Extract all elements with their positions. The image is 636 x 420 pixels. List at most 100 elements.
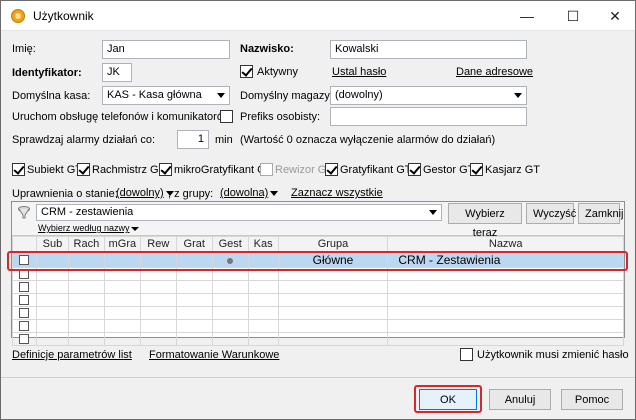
grid-cell (247, 280, 279, 294)
grid-cell (277, 332, 389, 346)
selected-row-highlight (7, 251, 628, 271)
zaznacz-wszystkie-link[interactable]: Zaznacz wszystkie (291, 187, 383, 199)
column-header[interactable] (12, 236, 37, 252)
magazyn-select[interactable]: (dowolny) (330, 86, 527, 105)
module-label: Rachmistrz GT (92, 164, 166, 176)
grid-cell (139, 332, 177, 346)
row-checkbox[interactable] (19, 282, 30, 293)
column-header[interactable]: Nazwa (387, 236, 624, 252)
module-checkbox-6[interactable] (470, 163, 483, 176)
grid-cell (277, 293, 389, 307)
empty-row (12, 332, 624, 346)
imie-input[interactable]: Jan (102, 40, 230, 59)
app-icon (11, 9, 25, 23)
row-checkbox[interactable] (19, 334, 30, 345)
zamknij-button[interactable]: Zamknij (578, 203, 624, 224)
telefony-label: Uruchom obsługę telefonów i komunikatoró… (12, 111, 231, 123)
grid-cell (103, 280, 141, 294)
chevron-down-icon (429, 210, 437, 215)
grid-cell (277, 280, 389, 294)
maximize-button[interactable]: ☐ (553, 5, 593, 27)
search-combo[interactable]: CRM - zestawienia (36, 204, 442, 221)
grid-cell (12, 332, 37, 346)
filter-bar: CRM - zestawienia Wybierz według nazwy W… (12, 202, 624, 239)
grid-cell (211, 280, 249, 294)
aktywny-label: Aktywny (257, 66, 298, 78)
row-checkbox[interactable] (19, 308, 30, 319)
module-label: Kasjarz GT (485, 164, 541, 176)
sort-dropdown[interactable]: Wybierz według nazwy (38, 223, 140, 233)
grid-cell (139, 319, 177, 333)
grid-cell (35, 306, 69, 320)
prefiks-input[interactable] (330, 107, 527, 126)
grid-cell (277, 319, 389, 333)
nazwisko-label: Nazwisko: (240, 43, 294, 55)
grid-cell (67, 332, 105, 346)
formatowanie-link[interactable]: Formatowanie Warunkowe (149, 349, 279, 361)
alarmy-input[interactable]: 1 (177, 130, 209, 149)
wybierz-teraz-button[interactable]: Wybierz teraz (448, 203, 522, 239)
module-checkbox-1[interactable] (77, 163, 90, 176)
definicje-link[interactable]: Definicje parametrów list (12, 349, 132, 361)
kasa-select[interactable]: KAS - Kasa główna (102, 86, 230, 105)
module-checkbox-4[interactable] (325, 163, 338, 176)
alarmy-label: Sprawdzaj alarmy działań co: (12, 134, 156, 146)
module-checkbox-5[interactable] (408, 163, 421, 176)
column-header[interactable]: mGra (103, 236, 141, 252)
footer-divider (1, 377, 635, 378)
sort-label: Wybierz według nazwy (38, 223, 130, 233)
identyfikator-input[interactable]: JK (102, 63, 132, 82)
grid-cell (12, 293, 37, 307)
grid-cell (12, 280, 37, 294)
anuluj-button[interactable]: Anuluj (489, 389, 551, 410)
grid-cell (67, 306, 105, 320)
grid-cell (247, 332, 279, 346)
row-checkbox[interactable] (19, 295, 30, 306)
column-header[interactable]: Grat (175, 236, 213, 252)
grid-cell (247, 293, 279, 307)
kasa-value: KAS - Kasa główna (107, 89, 202, 101)
grid-cell (247, 319, 279, 333)
dane-adresowe-link[interactable]: Dane adresowe (456, 66, 533, 78)
filter-icon[interactable] (17, 205, 31, 219)
title-bar: Użytkownik — ☐ ✕ (1, 1, 635, 31)
close-button[interactable]: ✕ (595, 5, 635, 27)
column-header[interactable]: Rach (67, 236, 105, 252)
column-header[interactable]: Grupa (277, 236, 389, 252)
window-title: Użytkownik (33, 9, 94, 23)
column-header[interactable]: Kas (247, 236, 279, 252)
aktywny-checkbox[interactable] (240, 65, 253, 78)
grid-cell (67, 319, 105, 333)
grid-cell (35, 280, 69, 294)
stan-label: Uprawnienia o stanie: (12, 188, 118, 200)
musi-zmienic-checkbox[interactable] (460, 348, 473, 361)
prefiks-label: Prefiks osobisty: (240, 111, 321, 123)
grid-cell (67, 293, 105, 307)
grid-cell (175, 332, 213, 346)
grid-cell (175, 319, 213, 333)
telefony-checkbox[interactable] (220, 110, 233, 123)
row-checkbox[interactable] (19, 321, 30, 332)
magazyn-value: (dowolny) (335, 89, 383, 101)
grid-header: Sub Rach mGra Rew Grat Gest Kas Grupa Nazwa (12, 236, 624, 252)
minimize-button[interactable]: — (507, 5, 547, 27)
column-header[interactable]: Rew (139, 236, 177, 252)
ustal-haslo-link[interactable]: Ustal hasło (332, 66, 386, 78)
module-checkbox-0[interactable] (12, 163, 25, 176)
grupa-dropdown[interactable]: (dowolna) (220, 187, 279, 199)
alarmy-note: (Wartość 0 oznacza wyłączenie alarmów do… (240, 134, 496, 146)
chevron-down-icon (514, 93, 522, 98)
wyczysc-button[interactable]: Wyczyść (526, 203, 576, 224)
stan-dropdown[interactable]: (dowolny) (116, 187, 174, 199)
pomoc-button[interactable]: Pomoc (561, 389, 623, 410)
empty-row (12, 306, 624, 320)
grid-cell (35, 319, 69, 333)
alarmy-unit: min (215, 134, 233, 146)
column-header[interactable]: Gest (211, 236, 249, 252)
grid-cell (175, 306, 213, 320)
module-checkbox-2[interactable] (159, 163, 172, 176)
nazwisko-input[interactable]: Kowalski (330, 40, 527, 59)
grid-cell (12, 319, 37, 333)
column-header[interactable]: Sub (35, 236, 69, 252)
chevron-down-icon (217, 93, 225, 98)
